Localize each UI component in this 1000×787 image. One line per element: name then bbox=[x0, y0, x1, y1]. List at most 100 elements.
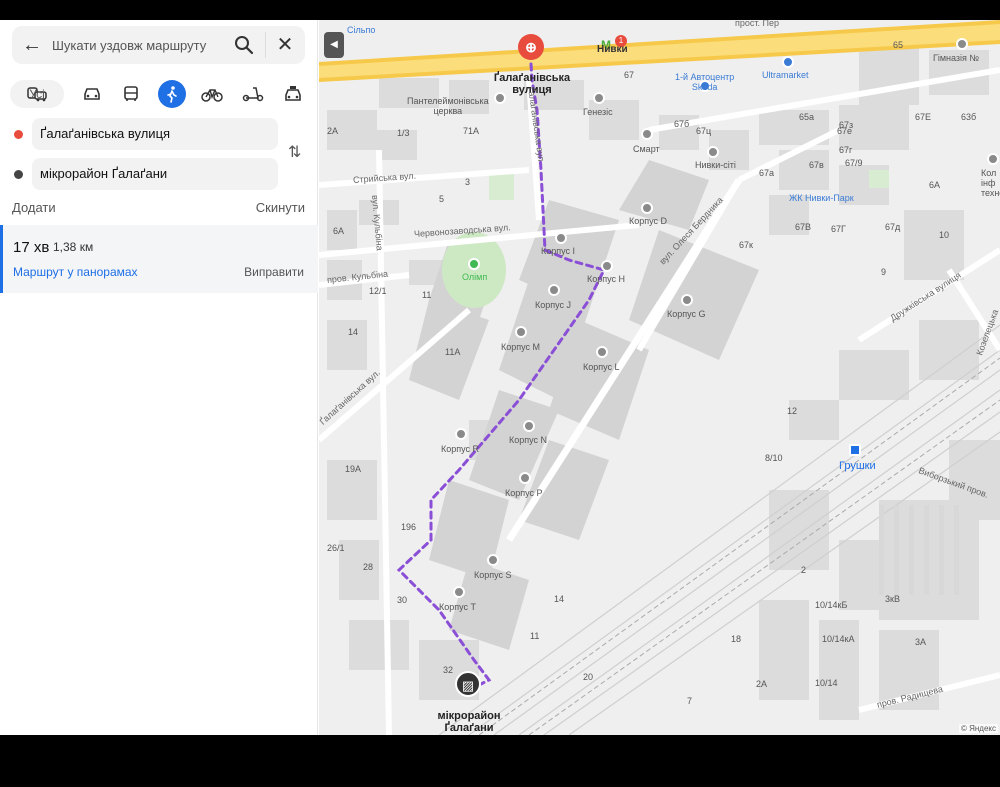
house-number: 67д bbox=[885, 222, 901, 232]
walk-mode-button[interactable] bbox=[158, 80, 186, 108]
house-number: 14 bbox=[348, 327, 359, 337]
end-label: мікрорайон Ґалаґани bbox=[437, 710, 501, 734]
place-korpus-r[interactable]: Корпус R bbox=[441, 444, 479, 454]
taxi-mode-button[interactable] bbox=[279, 80, 307, 108]
house-number: 19А bbox=[345, 464, 362, 474]
place-smart[interactable]: Смарт bbox=[633, 144, 660, 154]
place-gymnasium[interactable]: Гімназія № bbox=[933, 53, 979, 63]
place-olimp[interactable]: Олімп bbox=[462, 272, 487, 282]
collapse-panel-button[interactable]: ◀ bbox=[324, 32, 344, 58]
car-icon bbox=[84, 88, 100, 100]
walk-icon bbox=[167, 86, 177, 103]
bus-icon bbox=[124, 86, 138, 101]
house-number: 12/1 bbox=[369, 286, 387, 296]
college-icon[interactable] bbox=[987, 153, 999, 165]
search-input[interactable] bbox=[52, 32, 222, 58]
place-korpus-n[interactable]: Корпус N bbox=[509, 435, 547, 445]
app-window: ← ✕ Усі bbox=[0, 20, 1000, 735]
route-card[interactable]: 17 хв 1,38 км Маршрут у панорамах Виправ… bbox=[0, 225, 318, 293]
to-field[interactable]: мікрорайон Ґалаґани bbox=[32, 158, 278, 190]
search-separator bbox=[265, 32, 266, 58]
scooter-mode-button[interactable] bbox=[239, 80, 267, 108]
korpus-g-icon[interactable] bbox=[681, 294, 693, 306]
place-grushky[interactable]: Грушки bbox=[839, 460, 876, 472]
house-number: 30 bbox=[397, 595, 408, 605]
place-korpus-i[interactable]: Корпус I bbox=[541, 246, 575, 256]
place-korpus-p[interactable]: Корпус P bbox=[505, 488, 543, 498]
house-number: 63б bbox=[961, 112, 977, 122]
panorama-link[interactable]: Маршрут у панорамах bbox=[13, 265, 138, 279]
korpus-h-icon[interactable] bbox=[601, 260, 613, 272]
place-korpus-s[interactable]: Корпус S bbox=[474, 570, 512, 580]
from-field[interactable]: Ґалаґанівська вулиця bbox=[32, 118, 278, 150]
place-korpus-m[interactable]: Корпус M bbox=[501, 342, 540, 352]
bus-mode-button[interactable] bbox=[117, 80, 145, 108]
genezis-icon[interactable] bbox=[593, 92, 605, 104]
add-point-button[interactable]: Додати bbox=[12, 200, 56, 215]
place-korpus-h[interactable]: Корпус H bbox=[587, 274, 625, 284]
close-icon[interactable]: ✕ bbox=[274, 33, 296, 57]
route-actions: Додати Скинути bbox=[12, 200, 305, 215]
taxi-icon bbox=[285, 86, 301, 101]
place-korpus-t[interactable]: Корпус T bbox=[439, 602, 476, 612]
house-number: 10/14кБ bbox=[815, 600, 848, 610]
bicycle-icon bbox=[201, 89, 223, 102]
start-marker-icon[interactable]: ⊕ bbox=[518, 34, 544, 60]
place-nyvky-city[interactable]: Нивки-сіті bbox=[695, 160, 736, 170]
nyvky-city-icon[interactable] bbox=[707, 146, 719, 158]
car-mode-button[interactable] bbox=[78, 80, 106, 108]
mode-all-label: Усі bbox=[29, 87, 45, 101]
mode-all-button[interactable]: Усі bbox=[10, 80, 64, 108]
house-number: 5 bbox=[439, 194, 445, 204]
place-silpo[interactable]: Сільпо bbox=[347, 25, 375, 35]
place-college[interactable]: Кол інф техно bbox=[981, 168, 1000, 198]
korpus-p-icon[interactable] bbox=[519, 472, 531, 484]
scooter-icon bbox=[242, 87, 264, 102]
map-view[interactable]: ◀ ⊕ Ґалаґанівська вулиця ▨ мікрорайон Ґа… bbox=[319, 20, 1000, 735]
house-number: 8/10 bbox=[765, 453, 783, 463]
korpus-m-icon[interactable] bbox=[515, 326, 527, 338]
place-autocenter[interactable]: 1-й Автоцентр Skoda bbox=[675, 72, 734, 92]
place-korpus-j[interactable]: Корпус J bbox=[535, 300, 571, 310]
place-korpus-g[interactable]: Корпус G bbox=[667, 309, 706, 319]
reset-button[interactable]: Скинути bbox=[256, 200, 305, 215]
swap-points-icon[interactable]: ⇅ bbox=[288, 142, 301, 162]
house-number: 9 bbox=[881, 267, 887, 277]
bicycle-mode-button[interactable] bbox=[198, 80, 226, 108]
smart-icon[interactable] bbox=[641, 128, 653, 140]
place-ultramarket[interactable]: Ultramarket bbox=[762, 70, 809, 80]
map-copyright[interactable]: © Яндекс bbox=[958, 724, 998, 733]
place-genezis[interactable]: Генезіс bbox=[583, 107, 613, 117]
korpus-r-icon[interactable] bbox=[455, 428, 467, 440]
to-dot-icon bbox=[14, 170, 23, 179]
place-nyvky[interactable]: Нивки bbox=[597, 44, 628, 55]
search-icon[interactable] bbox=[234, 35, 254, 60]
korpus-j-icon[interactable] bbox=[548, 284, 560, 296]
place-pantel-church[interactable]: Пантелеймонівська церква bbox=[407, 96, 489, 116]
house-number: 7 bbox=[687, 696, 693, 706]
korpus-d-icon[interactable] bbox=[641, 202, 653, 214]
house-number: 10/14 bbox=[815, 678, 838, 688]
place-korpus-l[interactable]: Корпус L bbox=[583, 362, 620, 372]
search-bar: ← ✕ bbox=[12, 26, 305, 64]
fix-route-link[interactable]: Виправити bbox=[244, 265, 304, 279]
place-zhk-nyvky-park[interactable]: ЖК Нивки-Парк bbox=[789, 193, 854, 203]
ultramarket-icon[interactable] bbox=[782, 56, 794, 68]
korpus-s-icon[interactable] bbox=[487, 554, 499, 566]
house-number: 14 bbox=[554, 594, 565, 604]
korpus-n-icon[interactable] bbox=[523, 420, 535, 432]
korpus-i-icon[interactable] bbox=[555, 232, 567, 244]
church-icon[interactable] bbox=[494, 92, 506, 104]
house-number: 26/1 bbox=[327, 543, 345, 553]
house-number: 32 bbox=[443, 665, 454, 675]
korpus-l-icon[interactable] bbox=[596, 346, 608, 358]
korpus-t-icon[interactable] bbox=[453, 586, 465, 598]
gymnasium-icon[interactable] bbox=[956, 38, 968, 50]
train-station-icon[interactable] bbox=[849, 444, 861, 456]
end-marker-icon[interactable]: ▨ bbox=[455, 671, 481, 697]
house-number: 67В bbox=[795, 222, 812, 232]
house-number: 6А bbox=[929, 180, 941, 190]
olimp-icon[interactable] bbox=[468, 258, 480, 270]
place-korpus-d[interactable]: Корпус D bbox=[629, 216, 667, 226]
back-arrow-icon[interactable]: ← bbox=[22, 34, 44, 56]
